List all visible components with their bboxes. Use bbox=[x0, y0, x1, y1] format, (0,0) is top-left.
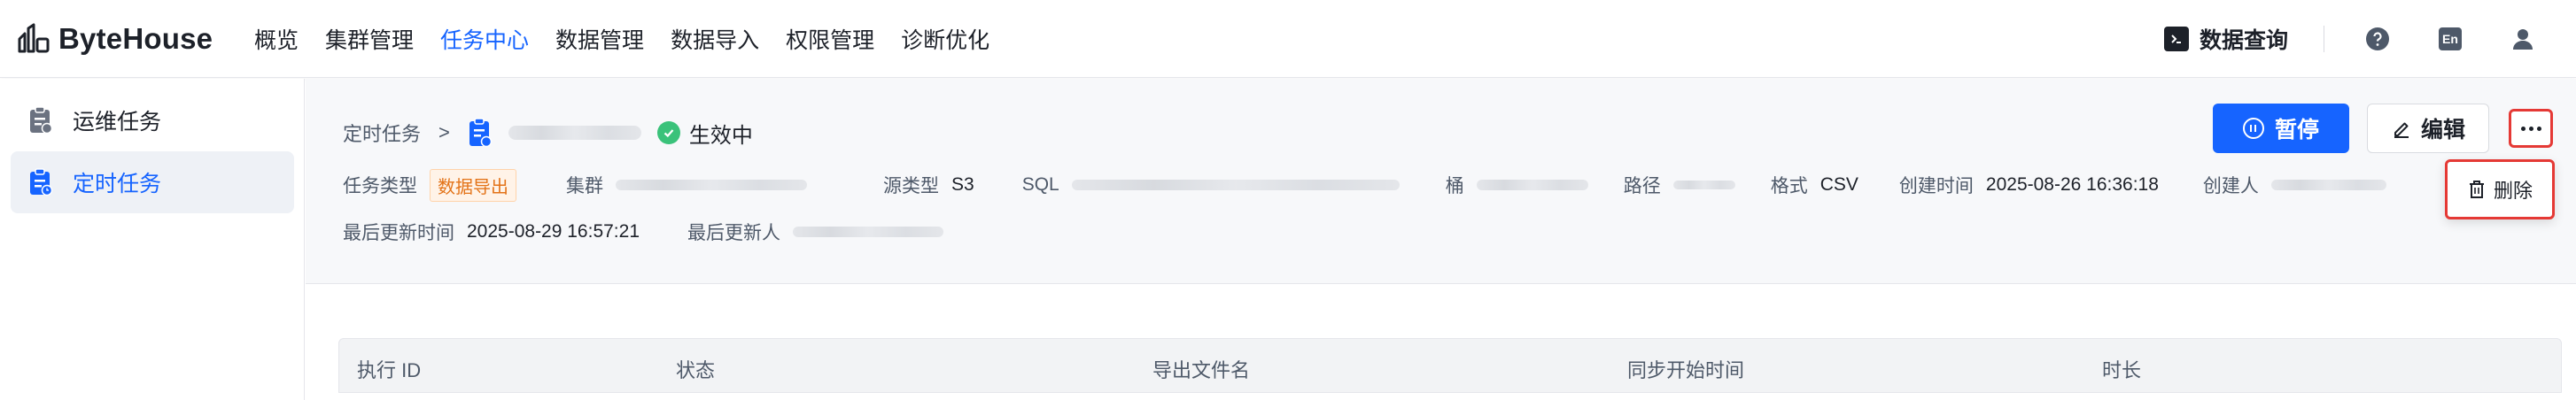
edit-icon bbox=[2394, 122, 2409, 138]
nav-item-overview[interactable]: 概览 bbox=[254, 23, 299, 55]
bytehouse-logo-icon bbox=[18, 23, 50, 53]
data-query-label: 数据查询 bbox=[2199, 28, 2288, 53]
meta-task-type-key: 任务类型 bbox=[343, 176, 417, 196]
meta-sql-key: SQL bbox=[1021, 174, 1059, 195]
sidebar-item-label: 定时任务 bbox=[73, 172, 162, 196]
trash-icon bbox=[2469, 181, 2484, 198]
scheduled-task-icon bbox=[30, 168, 53, 196]
meta-format-value: CSV bbox=[1819, 174, 1858, 195]
nav-item-permission-management[interactable]: 权限管理 bbox=[786, 23, 874, 55]
scheduled-task-icon bbox=[469, 118, 493, 148]
sidebar-item-label: 运维任务 bbox=[73, 110, 162, 135]
more-button[interactable] bbox=[2509, 109, 2553, 148]
meta-created-time-value: 2025-08-26 16:36:18 bbox=[1985, 174, 2159, 195]
user-icon bbox=[2513, 29, 2533, 50]
main-nav: 概览 集群管理 任务中心 数据管理 数据导入 权限管理 诊断优化 bbox=[254, 19, 1016, 58]
column-header-sync-start-time[interactable]: 同步开始时间 bbox=[1627, 355, 1744, 383]
column-header-export-filename[interactable]: 导出文件名 bbox=[1152, 355, 1250, 383]
pause-icon bbox=[2242, 118, 2264, 139]
meta-source-type-value: S3 bbox=[951, 174, 974, 195]
terminal-icon bbox=[2163, 27, 2189, 51]
task-status: 生效中 bbox=[688, 123, 753, 148]
more-icon-dot bbox=[2536, 126, 2541, 131]
breadcrumb: 定时任务 > 生效中 bbox=[343, 112, 753, 153]
sidebar-item-scheduled-tasks[interactable]: 定时任务 bbox=[11, 151, 294, 213]
pause-label: 暂停 bbox=[2274, 118, 2319, 142]
column-header-duration[interactable]: 时长 bbox=[2102, 355, 2141, 383]
meta-row-secondary: 最后更新时间 2025-08-29 16:57:21 最后更新人 bbox=[343, 214, 943, 250]
sidebar: 运维任务 定时任务 bbox=[0, 79, 305, 400]
top-right-tools: 数据查询 En bbox=[2163, 19, 2576, 58]
nav-item-data-import[interactable]: 数据导入 bbox=[671, 23, 759, 55]
task-detail-header: 定时任务 > 生效中 暂停 编辑 任务类型 数据导出 集群 源类型 S3 SQL… bbox=[306, 79, 2576, 284]
executions-table-header: 执行 ID 状态 导出文件名 同步开始时间 时长 bbox=[338, 338, 2562, 393]
cluster-value-redacted bbox=[616, 180, 807, 190]
meta-source-type-key: 源类型 bbox=[883, 176, 939, 196]
brand[interactable]: ByteHouse bbox=[16, 19, 213, 58]
nav-item-task-center[interactable]: 任务中心 bbox=[440, 23, 529, 55]
more-icon-dot bbox=[2528, 126, 2533, 131]
nav-item-data-management[interactable]: 数据管理 bbox=[555, 23, 644, 55]
sql-value-redacted bbox=[1071, 180, 1400, 190]
sidebar-item-ops-tasks[interactable]: 运维任务 bbox=[11, 89, 294, 151]
delete-label: 删除 bbox=[2493, 180, 2533, 202]
pause-button[interactable]: 暂停 bbox=[2213, 104, 2349, 153]
meta-created-time-key: 创建时间 bbox=[1898, 176, 1974, 196]
bucket-value-redacted bbox=[1476, 180, 1588, 190]
more-icon bbox=[2520, 126, 2526, 131]
help-icon bbox=[2366, 27, 2389, 50]
nav-item-diagnosis-optimization[interactable]: 诊断优化 bbox=[901, 23, 989, 55]
language-label: En bbox=[2439, 27, 2462, 50]
meta-path-key: 路径 bbox=[1623, 176, 1661, 196]
meta-bucket-key: 桶 bbox=[1445, 176, 1464, 196]
help-button[interactable] bbox=[2358, 19, 2397, 58]
meta-updated-time-value: 2025-08-29 16:57:21 bbox=[467, 221, 640, 242]
task-type-tag: 数据导出 bbox=[430, 168, 516, 202]
column-header-execution-id[interactable]: 执行 ID bbox=[357, 355, 421, 383]
user-menu[interactable] bbox=[2503, 19, 2542, 58]
meta-cluster-key: 集群 bbox=[566, 176, 603, 196]
data-query-button[interactable]: 数据查询 bbox=[2163, 23, 2288, 55]
meta-updater-key: 最后更新人 bbox=[687, 223, 780, 243]
delete-menu-item[interactable]: 删除 bbox=[2445, 159, 2555, 219]
creator-value-redacted bbox=[2270, 180, 2386, 190]
task-name-redacted bbox=[508, 126, 641, 140]
edit-label: 编辑 bbox=[2420, 118, 2465, 142]
task-actions: 暂停 编辑 bbox=[2213, 104, 2553, 153]
edit-button[interactable]: 编辑 bbox=[2367, 104, 2489, 153]
language-switch[interactable]: En bbox=[2431, 19, 2470, 58]
meta-updated-time-key: 最后更新时间 bbox=[343, 223, 454, 243]
nav-item-cluster-management[interactable]: 集群管理 bbox=[325, 23, 414, 55]
updater-value-redacted bbox=[793, 227, 943, 237]
meta-creator-key: 创建人 bbox=[2202, 176, 2259, 196]
brand-name: ByteHouse bbox=[58, 22, 213, 55]
top-navbar: ByteHouse 概览 集群管理 任务中心 数据管理 数据导入 权限管理 诊断… bbox=[0, 0, 2576, 78]
meta-format-key: 格式 bbox=[1770, 176, 1808, 196]
column-header-status[interactable]: 状态 bbox=[676, 355, 715, 383]
breadcrumb-separator: > bbox=[438, 121, 450, 143]
meta-row-primary: 任务类型 数据导出 集群 源类型 S3 SQL 桶 路径 格式 CSV 创建时间… bbox=[343, 167, 2386, 203]
status-check-icon bbox=[656, 121, 680, 144]
breadcrumb-parent-link[interactable]: 定时任务 bbox=[343, 119, 421, 147]
ops-task-icon bbox=[30, 106, 53, 135]
path-value-redacted bbox=[1672, 181, 1735, 189]
